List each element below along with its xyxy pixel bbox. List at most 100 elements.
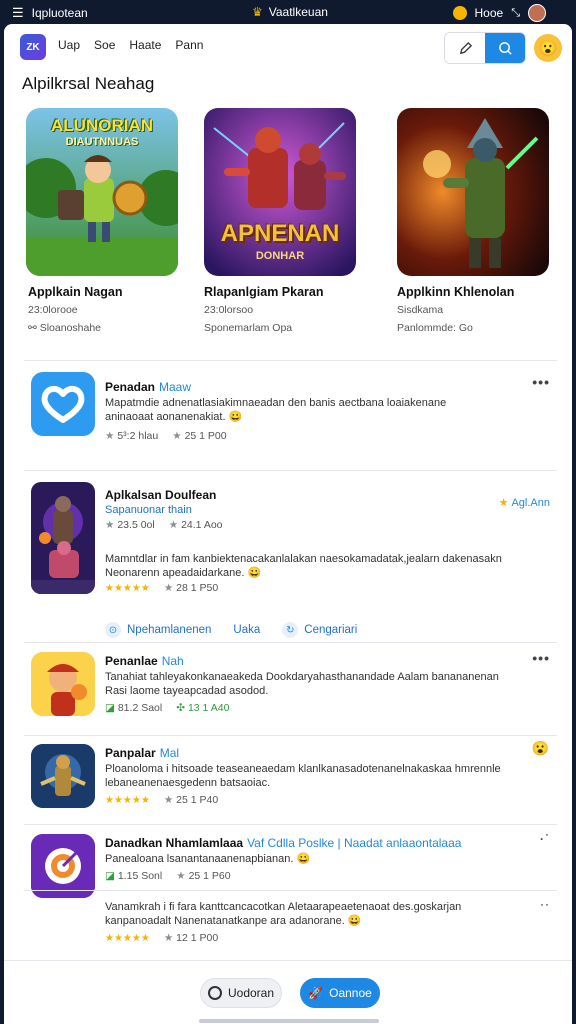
coin-icon xyxy=(452,6,467,20)
nav-link-1[interactable]: Uap xyxy=(58,38,80,52)
app-title-text: Penanlae xyxy=(105,654,158,668)
featured-sub-3: Sisdkama xyxy=(397,304,444,316)
action-secondary-label: Uaka xyxy=(233,624,261,636)
featured-name-1: Applkain Nagan xyxy=(28,285,123,299)
action-secondary[interactable]: Uaka xyxy=(233,624,260,636)
app-desc: Mamntdlar in fam kanbiektenacakanlalakan… xyxy=(105,553,502,579)
app-tag: Nah xyxy=(161,654,184,668)
star-icon: ★ xyxy=(498,497,509,509)
app-rating-text: 81.2 Saol xyxy=(117,702,163,714)
app-downloads-text: 25 1 P60 xyxy=(188,870,231,882)
emoji-face-icon[interactable]: 😮 xyxy=(532,740,550,757)
nav-actions xyxy=(444,32,526,64)
app-downloads-text: 13 1 A40 xyxy=(187,702,230,714)
app-downloads: ★ 12 1 P00 xyxy=(164,932,218,944)
featured-tag[interactable]: ★ Agl.Ann xyxy=(499,496,550,509)
more-options-icon[interactable]: ˙˙ xyxy=(540,902,550,916)
app-icon-hero xyxy=(31,652,95,716)
bottom-bar: Uodoran 🚀 Oannoe xyxy=(4,960,572,1024)
status-avatar[interactable] xyxy=(528,4,546,22)
crown-icon: ♛ xyxy=(252,5,263,19)
status-bar: ☰ Iqpluotean ♛ Vaatlkeuan Hooe ⤡ xyxy=(0,0,576,24)
app-subinfo-1-text: 23.5 0ol xyxy=(117,519,155,531)
app-title: Aplkalsan Doulfean xyxy=(105,488,217,502)
app-downloads-text: 12 1 P00 xyxy=(176,932,219,944)
updates-button-label: Uodoran xyxy=(227,986,275,1000)
featured-art-2: APNENAN DONHAR xyxy=(204,108,356,276)
app-downloads: ★ 25 1 P00 xyxy=(172,430,226,442)
app-title-text: Danadkan Nhamlamlaaa xyxy=(105,836,244,850)
star-icon: ★ xyxy=(168,519,179,531)
app-downloads-text: 25 1 P00 xyxy=(184,430,227,442)
featured-name-3: Applkinn Khlenolan xyxy=(397,285,515,299)
updates-button[interactable]: Uodoran xyxy=(200,978,282,1008)
app-icon-warrior xyxy=(31,482,95,594)
divider xyxy=(24,824,557,825)
featured-art-1: ALUNORIAN DIAUTNNUAS xyxy=(26,108,178,276)
search-icon[interactable] xyxy=(485,33,525,63)
nav-link-2[interactable]: Soe xyxy=(94,38,115,52)
app-stats: ◪ 81.2 Saol ✣ 13 1 A40 xyxy=(105,702,229,714)
app-downloads: ★ 28 1 P50 xyxy=(164,582,218,594)
featured-card-1[interactable]: ALUNORIAN DIAUTNNUAS Applkain Nagan 23:0… xyxy=(26,108,182,334)
featured-card-2[interactable]: APNENAN DONHAR Rlapanlgiam Pkaran 23:0lo… xyxy=(204,108,360,334)
app-stats: ★★★★★ ★ 25 1 P40 xyxy=(105,794,218,806)
featured-meta-3: Panlommde: Go xyxy=(397,322,473,334)
home-indicator[interactable] xyxy=(199,1019,379,1023)
app-icon-heart xyxy=(31,372,95,436)
nav-link-3[interactable]: Haate xyxy=(129,38,161,52)
action-primary[interactable]: ⊙ Npehamlanenen xyxy=(105,622,211,638)
status-right-label: Hooe xyxy=(474,6,504,20)
featured-card-3[interactable]: Applkinn Khlenolan Sisdkama Panlommde: G… xyxy=(397,108,553,334)
app-rating-text: 1.15 Sonl xyxy=(117,870,163,882)
app-store-sheet: ZK Uap Soe Haate Pann 😮 Alpilkrsal Neaha… xyxy=(4,24,572,1024)
featured-art-title-2: APNENAN xyxy=(220,220,340,247)
primary-action-button[interactable]: 🚀 Oannoe xyxy=(300,978,380,1008)
divider xyxy=(24,360,557,361)
featured-meta-2: Sponemarlam Opa xyxy=(204,322,293,334)
app-stats: ★★★★★ ★ 12 1 P00 xyxy=(105,932,218,944)
link-icon[interactable]: ⤡ xyxy=(511,7,520,20)
divider xyxy=(24,470,557,471)
chat-icon xyxy=(207,986,222,1000)
app-subtitle: Sapanuonar thain xyxy=(105,504,192,516)
more-options-icon[interactable]: ••• xyxy=(532,650,550,666)
app-rating: ◪ 1.15 Sonl xyxy=(105,870,162,882)
app-logo[interactable]: ZK xyxy=(20,34,46,60)
nav-link-4[interactable]: Pann xyxy=(175,38,203,52)
app-icon-knight xyxy=(31,744,95,808)
featured-tag-text: Agl.Ann xyxy=(511,497,550,509)
status-app-label: Iqpluotean xyxy=(31,6,88,20)
featured-art-sub-2: DONHAR xyxy=(255,250,305,262)
app-rating: ★ 5³:2 hlau xyxy=(105,430,158,442)
pen-icon[interactable] xyxy=(445,33,485,63)
action-tertiary[interactable]: ↻ Cengariari xyxy=(282,622,357,638)
featured-art-sub-1: DIAUTNNUAS xyxy=(65,136,139,148)
star-rating: ★★★★★ xyxy=(105,932,150,944)
rocket-icon: 🚀 xyxy=(308,986,324,1000)
star-icon: ★ xyxy=(176,870,186,882)
star-rating: ★★★★★ xyxy=(105,794,150,806)
featured-sub-1: 23:0lorooe xyxy=(28,304,78,316)
featured-art-3 xyxy=(397,108,549,276)
star-rating: ★★★★★ xyxy=(105,582,150,594)
more-options-icon[interactable]: ·˙ xyxy=(540,832,550,846)
section-title: Alpilkrsal Neahag xyxy=(22,74,155,93)
app-desc: Mapatmdie adnenatlasiakimnaeadan den ban… xyxy=(105,397,447,423)
green-badge-icon: ◪ xyxy=(105,702,115,714)
app-desc: Ploanoloma i hitsoade teaseaneaedam klan… xyxy=(105,763,501,789)
app-tag: Mal xyxy=(159,746,180,760)
menu-icon[interactable]: ☰ xyxy=(12,5,24,21)
app-desc: Panealoana lsanantanaanenapbianan. 😀 xyxy=(105,853,311,865)
app-title-text: Penadan xyxy=(105,380,156,394)
app-stats: ◪ 1.15 Sonl ★ 25 1 P60 xyxy=(105,870,231,882)
emoji-avatar-icon[interactable]: 😮 xyxy=(534,34,562,62)
more-options-icon[interactable]: ••• xyxy=(532,374,550,390)
status-center-label: Vaatlkeuan xyxy=(268,5,328,19)
info-icon: ⊙ xyxy=(105,622,121,638)
app-tag: Vaf Cdlla Poslke | Naadat anlaaontalaaa xyxy=(247,836,462,850)
app-title: Panpalar Mal xyxy=(105,746,179,760)
top-nav: ZK Uap Soe Haate Pann 😮 xyxy=(4,24,572,70)
action-primary-label: Npehamlanenen xyxy=(127,624,212,636)
app-title: Danadkan Nhamlamlaaa Vaf Cdlla Poslke | N… xyxy=(105,836,461,850)
